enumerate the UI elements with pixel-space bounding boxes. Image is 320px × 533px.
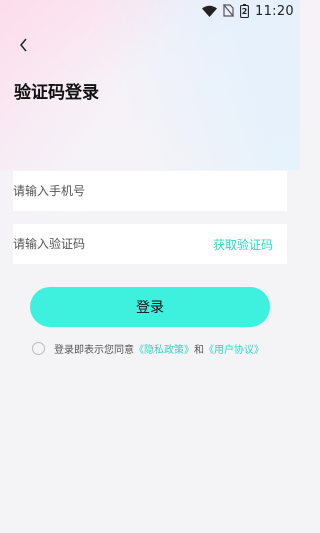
battery-level: 2 — [241, 7, 248, 16]
privacy-policy-link[interactable]: 《隐私政策》 — [134, 341, 194, 356]
phone-field[interactable] — [13, 171, 287, 211]
agreement-row: 登录即表示您同意 《隐私政策》 和 《用户协议》 — [32, 341, 264, 356]
agreement-connector: 和 — [194, 345, 204, 356]
chevron-left-icon — [19, 37, 29, 56]
code-field[interactable]: 获取验证码 — [13, 224, 287, 264]
status-time: 11:20 — [255, 3, 294, 19]
status-bar: 2 11:20 — [0, 0, 300, 22]
wifi-icon — [202, 2, 218, 21]
code-input[interactable] — [13, 224, 213, 264]
agreement-prefix: 登录即表示您同意 — [54, 345, 134, 356]
phone-input[interactable] — [13, 171, 287, 211]
back-button[interactable] — [13, 35, 35, 57]
user-agreement-link[interactable]: 《用户协议》 — [204, 341, 264, 356]
battery-icon: 2 — [240, 4, 249, 18]
agreement-checkbox[interactable] — [32, 342, 45, 355]
no-sim-icon — [223, 2, 234, 21]
get-code-button[interactable]: 获取验证码 — [213, 236, 273, 253]
page-title: 验证码登录 — [14, 83, 99, 103]
login-button[interactable]: 登录 — [30, 287, 270, 327]
